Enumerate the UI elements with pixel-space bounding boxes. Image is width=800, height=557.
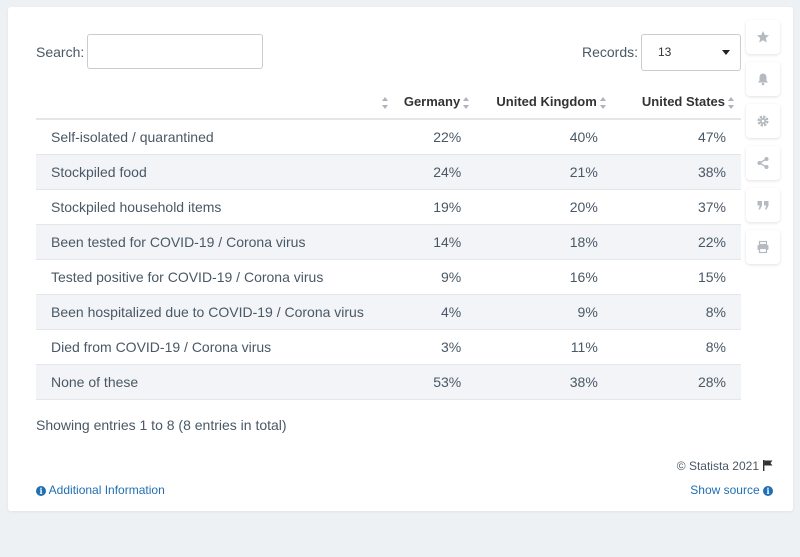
cell-united-kingdom: 9% xyxy=(476,294,613,330)
cell-germany: 14% xyxy=(395,224,477,260)
table-row: Self-isolated / quarantined 22% 40% 47% xyxy=(36,119,741,155)
cell-united-states: 22% xyxy=(612,224,741,260)
cell-united-states: 8% xyxy=(612,329,741,365)
print-icon xyxy=(757,240,769,254)
table-row: Been hospitalized due to COVID-19 / Coro… xyxy=(36,294,741,330)
sort-icon xyxy=(382,96,389,109)
sort-icon xyxy=(728,96,735,109)
cell-germany: 4% xyxy=(395,294,477,330)
show-source-label: Show source xyxy=(690,483,760,497)
data-table: Germany United Kingdom United States Sel… xyxy=(36,85,741,400)
cell-germany: 3% xyxy=(395,329,477,365)
cell-united-kingdom: 40% xyxy=(476,119,613,155)
row-label: Self-isolated / quarantined xyxy=(36,119,396,155)
row-label: None of these xyxy=(36,364,396,400)
favorite-button[interactable] xyxy=(746,20,780,54)
column-header-united-kingdom[interactable]: United Kingdom xyxy=(476,85,613,120)
column-header-united-states[interactable]: United States xyxy=(612,85,741,120)
cell-united-kingdom: 16% xyxy=(476,259,613,295)
records-selected-value: 13 xyxy=(658,45,672,59)
star-icon xyxy=(757,31,769,43)
chevron-down-icon xyxy=(722,50,730,55)
cell-united-kingdom: 11% xyxy=(476,329,613,365)
additional-information-label: Additional Information xyxy=(48,483,165,497)
cell-united-kingdom: 21% xyxy=(476,154,613,190)
statistic-card: Search: Records: 13 Germany United Kingd… xyxy=(8,7,793,511)
table-row: Stockpiled food 24% 21% 38% xyxy=(36,154,741,190)
table-row: Been tested for COVID-19 / Corona virus … xyxy=(36,224,741,260)
table-row: None of these 53% 38% 28% xyxy=(36,364,741,400)
sort-icon xyxy=(599,96,607,109)
cell-united-kingdom: 20% xyxy=(476,189,613,225)
sort-icon xyxy=(463,96,470,109)
cell-united-states: 47% xyxy=(612,119,741,155)
info-icon: i xyxy=(36,486,46,496)
table-row: Died from COVID-19 / Corona virus 3% 11%… xyxy=(36,329,741,365)
statista-credit[interactable]: © Statista 2021 xyxy=(677,459,773,473)
cell-germany: 53% xyxy=(395,364,477,400)
settings-button[interactable] xyxy=(746,104,780,138)
cell-germany: 24% xyxy=(395,154,477,190)
row-label: Been tested for COVID-19 / Corona virus xyxy=(36,224,396,260)
table-row: Tested positive for COVID-19 / Corona vi… xyxy=(36,259,741,295)
side-toolbar xyxy=(746,20,780,272)
row-label: Stockpiled household items xyxy=(36,189,396,225)
row-label: Been hospitalized due to COVID-19 / Coro… xyxy=(36,294,396,330)
show-source-link[interactable]: Show source i xyxy=(690,483,773,497)
share-icon xyxy=(757,157,769,169)
cell-germany: 22% xyxy=(395,119,477,155)
cite-button[interactable] xyxy=(746,188,780,222)
quote-icon xyxy=(757,201,769,210)
table-header-row: Germany United Kingdom United States xyxy=(36,85,741,120)
cell-united-states: 37% xyxy=(612,189,741,225)
row-label: Died from COVID-19 / Corona virus xyxy=(36,329,396,365)
print-button[interactable] xyxy=(746,230,780,264)
entries-summary: Showing entries 1 to 8 (8 entries in tot… xyxy=(36,417,287,433)
cell-united-states: 28% xyxy=(612,364,741,400)
cell-germany: 9% xyxy=(395,259,477,295)
row-label: Tested positive for COVID-19 / Corona vi… xyxy=(36,259,396,295)
records-select[interactable]: 13 xyxy=(641,34,741,71)
cell-united-states: 38% xyxy=(612,154,741,190)
cell-germany: 19% xyxy=(395,189,477,225)
flag-icon xyxy=(763,460,773,471)
notification-button[interactable] xyxy=(746,62,780,96)
search-input[interactable] xyxy=(87,34,263,69)
records-label: Records: xyxy=(582,44,639,60)
search-label: Search: xyxy=(36,44,85,60)
row-label: Stockpiled food xyxy=(36,154,396,190)
info-icon: i xyxy=(763,486,773,496)
share-button[interactable] xyxy=(746,146,780,180)
column-header-germany[interactable]: Germany xyxy=(395,85,477,120)
additional-information-link[interactable]: i Additional Information xyxy=(36,483,165,497)
column-header-label[interactable] xyxy=(36,85,396,120)
cell-united-states: 15% xyxy=(612,259,741,295)
bell-icon xyxy=(758,73,768,86)
cell-united-kingdom: 38% xyxy=(476,364,613,400)
credit-text: © Statista 2021 xyxy=(676,459,759,473)
cell-united-kingdom: 18% xyxy=(476,224,613,260)
table-row: Stockpiled household items 19% 20% 37% xyxy=(36,189,741,225)
cell-united-states: 8% xyxy=(612,294,741,330)
gear-icon xyxy=(757,115,769,127)
